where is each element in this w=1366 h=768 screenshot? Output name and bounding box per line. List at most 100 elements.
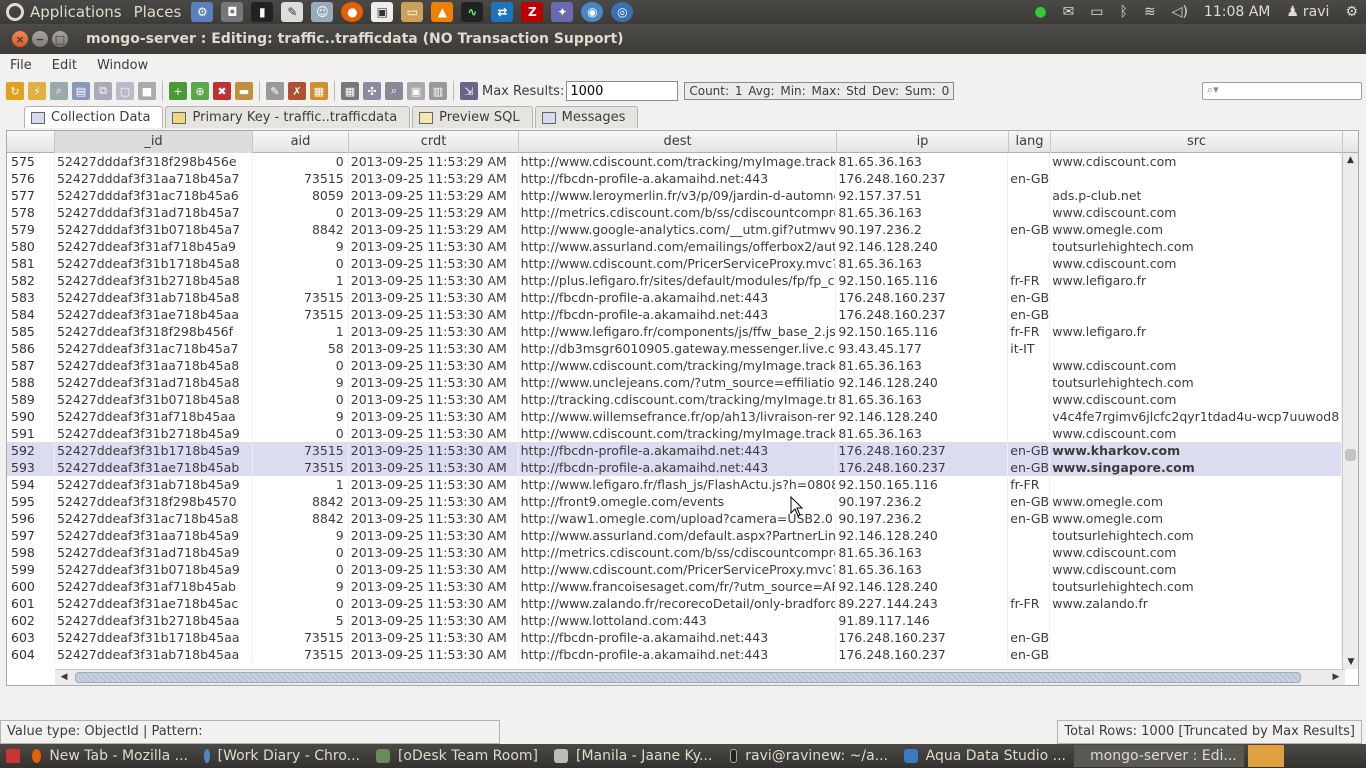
cell-ip[interactable]: 92.157.37.51 (836, 187, 1009, 204)
cell-id[interactable]: 52427ddeaf3f318f298b4570 (55, 493, 253, 510)
close-window-button[interactable]: × (12, 31, 28, 47)
cell-lang[interactable] (1008, 544, 1051, 561)
status-indicator-icon[interactable]: ● (1034, 4, 1046, 20)
cell-id[interactable]: 52427ddeaf3f31b2718b45a9 (55, 425, 253, 442)
cell-ip[interactable]: 176.248.160.237 (836, 459, 1009, 476)
cell-id[interactable]: 52427ddeaf3f31ac718b45a8 (55, 510, 253, 527)
table-row[interactable]: 603 52427ddeaf3f31b1718b45aa 73515 2013-09-… (7, 629, 1342, 646)
find-icon[interactable]: ⌕ (50, 82, 68, 100)
cell-ip[interactable]: 81.65.36.163 (836, 561, 1009, 578)
cell-crdt[interactable]: 2013-09-25 11:53:30 AM (349, 629, 519, 646)
cell-id[interactable]: 52427dddaf3f31b0718b45a7 (55, 221, 253, 238)
cell-aid[interactable]: 8842 (253, 493, 349, 510)
filter-icon[interactable]: ▤ (72, 82, 90, 100)
cell-dest[interactable]: http://waw1.omegle.com/upload?camera=USB… (519, 510, 837, 527)
cell-aid[interactable]: 1 (253, 272, 349, 289)
cell-lang[interactable]: en-GB (1008, 442, 1051, 459)
vlc-launcher-icon[interactable]: ▲ (431, 2, 454, 22)
column-header-lang[interactable]: lang (1009, 131, 1051, 153)
filezilla-launcher-icon[interactable]: Z (521, 2, 544, 22)
table-row[interactable]: 596 52427ddeaf3f31ac718b45a8 8842 2013-09-2… (7, 510, 1342, 527)
cell-crdt[interactable]: 2013-09-25 11:53:30 AM (349, 238, 519, 255)
cell-src[interactable]: www.cdiscount.com (1050, 357, 1342, 374)
cell-ip[interactable]: 81.65.36.163 (836, 204, 1009, 221)
column-header-ip[interactable]: ip (837, 131, 1009, 153)
cell-crdt[interactable]: 2013-09-25 11:53:30 AM (349, 340, 519, 357)
cell-lang[interactable]: fr-FR (1008, 272, 1051, 289)
archive-launcher-icon[interactable]: ▣ (371, 2, 394, 22)
applications-menu[interactable]: Applications (24, 3, 128, 21)
table-row[interactable]: 585 52427ddeaf3f318f298b456f 1 2013-09-25 1… (7, 323, 1342, 340)
cell-crdt[interactable]: 2013-09-25 11:53:30 AM (349, 612, 519, 629)
cell-crdt[interactable]: 2013-09-25 11:53:29 AM (349, 170, 519, 187)
cell-ip[interactable]: 90.197.236.2 (836, 493, 1009, 510)
cell-ip[interactable]: 92.146.128.240 (836, 527, 1009, 544)
search-input[interactable]: ⌕▾ (1202, 82, 1362, 100)
cell-crdt[interactable]: 2013-09-25 11:53:30 AM (349, 425, 519, 442)
cell-aid[interactable]: 0 (253, 391, 349, 408)
cell-lang[interactable]: en-GB (1008, 510, 1051, 527)
teamviewer-launcher-icon[interactable]: ⇄ (491, 2, 514, 22)
scroll-up-arrow-icon[interactable]: ▲ (1343, 153, 1358, 167)
cell-aid[interactable]: 58 (253, 340, 349, 357)
cell-id[interactable]: 52427ddeaf3f31af718b45a9 (55, 238, 253, 255)
user-name[interactable]: ravi (1303, 4, 1330, 20)
cell-src[interactable]: www.cdiscount.com (1050, 561, 1342, 578)
cell-crdt[interactable]: 2013-09-25 11:53:30 AM (349, 357, 519, 374)
tool-launcher-icon[interactable]: ✦ (551, 2, 574, 22)
cell-crdt[interactable]: 2013-09-25 11:53:30 AM (349, 255, 519, 272)
cell-dest[interactable]: http://plus.lefigaro.fr/sites/default/mo… (519, 272, 837, 289)
tab-messages[interactable]: Messages (534, 106, 639, 128)
column-header-aid[interactable]: aid (253, 131, 349, 153)
cell-dest[interactable]: http://tracking.cdiscount.com/tracking/m… (519, 391, 837, 408)
grid-view-icon[interactable]: ▦ (341, 82, 359, 100)
cell-lang[interactable]: it-IT (1008, 340, 1051, 357)
refresh-icon[interactable]: ↻ (6, 82, 24, 100)
cell-id[interactable]: 52427ddeaf3f31b1718b45aa (55, 629, 253, 646)
cell-crdt[interactable]: 2013-09-25 11:53:30 AM (349, 374, 519, 391)
cell-ip[interactable]: 81.65.36.163 (836, 544, 1009, 561)
cell-crdt[interactable]: 2013-09-25 11:53:30 AM (349, 391, 519, 408)
cell-ip[interactable]: 92.150.165.116 (836, 476, 1009, 493)
bluetooth-icon[interactable]: ᛒ (1120, 4, 1128, 20)
cell-crdt[interactable]: 2013-09-25 11:53:30 AM (349, 527, 519, 544)
table-row[interactable]: 577 52427dddaf3f31ac718b45a6 8059 2013-09-2… (7, 187, 1342, 204)
cell-lang[interactable] (1008, 255, 1051, 272)
cell-dest[interactable]: http://www.cdiscount.com/PricerServicePr… (519, 255, 837, 272)
cell-aid[interactable]: 0 (253, 561, 349, 578)
table-row[interactable]: 579 52427dddaf3f31b0718b45a7 8842 2013-09-2… (7, 221, 1342, 238)
cell-aid[interactable]: 0 (253, 204, 349, 221)
cell-id[interactable]: 52427ddeaf3f31ab718b45a9 (55, 476, 253, 493)
table-row[interactable]: 592 52427ddeaf3f31b1718b45a9 73515 2013-09-… (7, 442, 1342, 459)
cell-dest[interactable]: http://fbcdn-profile-a.akamaihd.net:443 (519, 289, 837, 306)
table-row[interactable]: 601 52427ddeaf3f31ae718b45ac 0 2013-09-25 1… (7, 595, 1342, 612)
table-row[interactable]: 581 52427ddeaf3f31b1718b45a8 0 2013-09-25 1… (7, 255, 1342, 272)
cell-crdt[interactable]: 2013-09-25 11:53:29 AM (349, 187, 519, 204)
cell-crdt[interactable]: 2013-09-25 11:53:29 AM (349, 153, 519, 170)
menu-edit[interactable]: Edit (42, 58, 87, 73)
cell-ip[interactable]: 92.146.128.240 (836, 578, 1009, 595)
tab-primary-key[interactable]: Primary Key - traffic..trafficdata (165, 106, 411, 128)
cell-id[interactable]: 52427ddeaf3f31ae718b45ab (55, 459, 253, 476)
cell-crdt[interactable]: 2013-09-25 11:53:30 AM (349, 306, 519, 323)
cell-lang[interactable] (1008, 204, 1051, 221)
export-icon[interactable]: ⇲ (460, 82, 478, 100)
cell-id[interactable]: 52427ddeaf3f31ae718b45aa (55, 306, 253, 323)
vertical-scrollbar[interactable]: ▲ ▼ (1342, 153, 1358, 669)
table-row[interactable]: 588 52427ddeaf3f31ad718b45a8 9 2013-09-25 1… (7, 374, 1342, 391)
cell-id[interactable]: 52427ddeaf3f31b2718b45a8 (55, 272, 253, 289)
places-menu[interactable]: Places (128, 3, 188, 21)
horizontal-scroll-thumb[interactable] (75, 672, 1301, 683)
cell-dest[interactable]: http://fbcdn-profile-a.akamaihd.net:443 (519, 629, 837, 646)
cell-id[interactable]: 52427ddeaf3f31ab718b45a8 (55, 289, 253, 306)
cell-dest[interactable]: http://www.cdiscount.com/tracking/myImag… (519, 357, 837, 374)
cell-dest[interactable]: http://metrics.cdiscount.com/b/ss/cdisco… (519, 544, 837, 561)
table-row[interactable]: 604 52427ddeaf3f31ab718b45aa 73515 2013-09-… (7, 646, 1342, 663)
cell-src[interactable]: www.cdiscount.com (1050, 153, 1342, 170)
table-icon[interactable]: ▥ (429, 82, 447, 100)
cell-dest[interactable]: http://fbcdn-profile-a.akamaihd.net:443 (519, 306, 837, 323)
scroll-left-arrow-icon[interactable]: ◀ (57, 670, 71, 685)
cell-id[interactable]: 52427ddeaf3f31b2718b45aa (55, 612, 253, 629)
cell-id[interactable]: 52427dddaf3f31aa718b45a7 (55, 170, 253, 187)
stop-icon[interactable]: ■ (138, 82, 156, 100)
